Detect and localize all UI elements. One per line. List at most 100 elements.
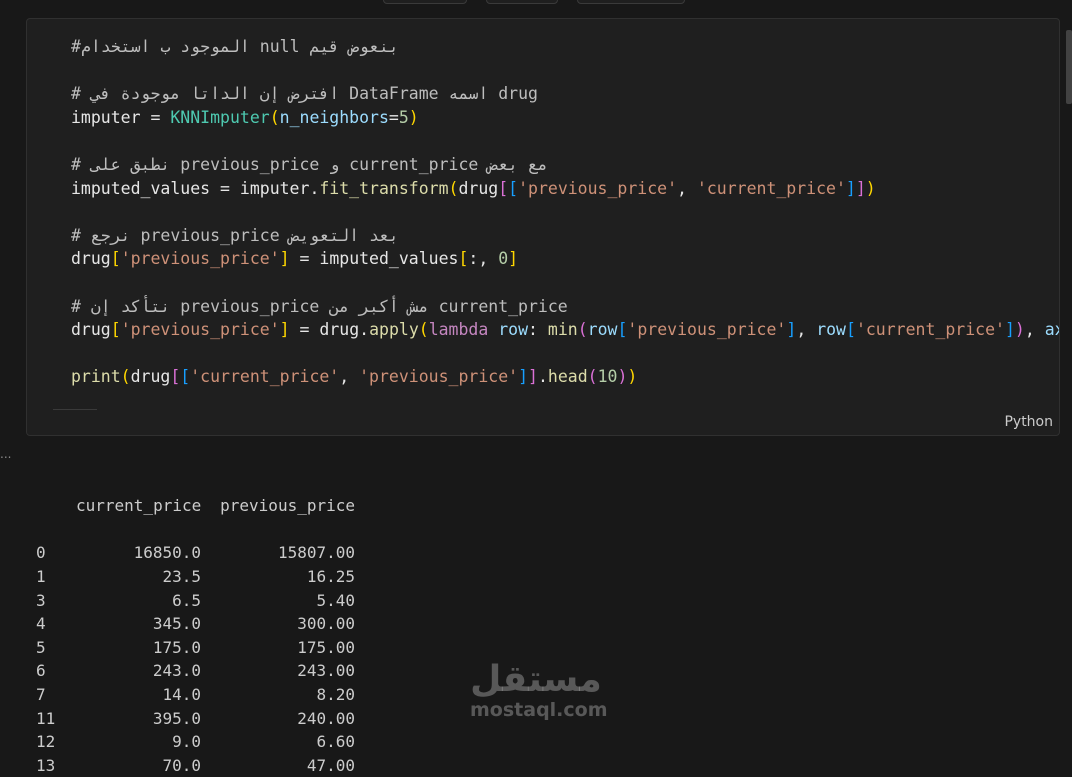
code-token: ]	[528, 367, 538, 387]
code-token: 'previous_price'	[627, 320, 787, 340]
code-token: 'current_price'	[696, 178, 846, 198]
output-row-index: 5	[36, 637, 46, 657]
code-token: [	[846, 320, 856, 340]
code-token: drug	[319, 320, 360, 340]
output-cell: 5.40	[316, 590, 355, 610]
output-cell: 15807.00	[277, 543, 355, 563]
output-cell: 8.20	[316, 684, 355, 704]
output-row-index: 4	[36, 614, 46, 634]
code-token: (	[120, 367, 131, 387]
code-line: print(drug[['current_price', 'previous_p…	[71, 365, 1059, 389]
output-table-row: 6 243.0 243.00	[36, 659, 355, 683]
code-token: (	[577, 320, 588, 340]
output-table-row: 11 395.0 240.00	[36, 707, 355, 731]
output-table-row: 0 16850.0 15807.00	[36, 541, 355, 565]
output-column-header: current_price	[76, 496, 202, 516]
mostaql-watermark: مستقل mostaql.com	[470, 660, 608, 721]
code-token: .	[359, 320, 370, 340]
code-token: # نطبق على previous_price و current_pric…	[71, 154, 548, 174]
code-line: drug['previous_price'] = drug.apply(lamb…	[71, 318, 1059, 342]
code-token: #الموجود ب استخدام null بنعوض قيم	[71, 37, 399, 56]
code-token: imputed_values	[319, 249, 459, 269]
code-line: imputer = KNNImputer(n_neighbors=5)	[71, 106, 1059, 130]
code-token: :,	[468, 249, 499, 269]
code-token: ,	[1024, 320, 1045, 340]
output-row-index: 6	[36, 661, 46, 681]
code-token: (	[269, 107, 280, 127]
code-token: =	[289, 320, 320, 340]
code-token: imputed_values	[71, 178, 211, 198]
code-token: ]	[508, 249, 519, 269]
code-token: =	[289, 249, 320, 269]
code-token: ,	[677, 178, 697, 198]
code-token: =	[210, 178, 240, 198]
output-cell: 240.00	[297, 708, 355, 728]
scrollbar-thumb[interactable]	[1066, 30, 1072, 104]
cell-output: current_price previous_price 0 16850.0 158…	[36, 447, 355, 777]
output-cell: 300.00	[297, 614, 355, 634]
code-token: )	[617, 367, 628, 387]
output-cell: 175.00	[297, 637, 355, 657]
code-line: # نرجع previous_price بعد التعويض	[71, 224, 1059, 248]
output-more-icon[interactable]: ...	[0, 447, 11, 461]
code-token: .	[537, 367, 548, 387]
output-row-index: 3	[36, 590, 46, 610]
code-token: print	[71, 367, 121, 387]
code-token: [	[508, 178, 519, 198]
output-row-index: 11	[36, 708, 56, 728]
code-editor[interactable]: #الموجود ب استخدام null بنعوض قيم # افترض…	[71, 35, 1059, 389]
toolbar-button[interactable]	[486, 0, 558, 4]
code-token: ]	[786, 320, 797, 340]
code-token: min	[547, 320, 578, 340]
code-line: imputed_values = imputer.fit_transform(d…	[71, 177, 1059, 201]
code-token: row	[498, 320, 529, 340]
code-token: # افترض إن الداتا موجودة في DataFrame اس…	[71, 84, 538, 104]
code-token: drug	[71, 249, 111, 269]
code-token: 'current_price'	[190, 367, 340, 387]
code-token: row	[816, 320, 846, 340]
code-token: fit_transform	[319, 178, 449, 198]
output-table-row: 13 70.0 47.00	[36, 754, 355, 777]
code-token: ,	[796, 320, 817, 340]
code-token: drug	[458, 178, 499, 198]
output-cell: 243.0	[152, 661, 201, 681]
code-token: [	[110, 320, 121, 340]
toolbar-button[interactable]	[383, 0, 467, 4]
code-token: # نتأكد إن previous_price مش أكبر من cur…	[71, 296, 568, 316]
code-token: [	[180, 367, 191, 387]
toolbar-button[interactable]	[577, 0, 685, 4]
code-line: drug['previous_price'] = imputed_values[…	[71, 247, 1059, 271]
code-token: [	[498, 178, 509, 198]
code-token: 'previous_price'	[359, 367, 519, 387]
output-cell: 70.0	[162, 755, 201, 775]
code-token: lambda	[428, 320, 489, 340]
output-table-row: 5 175.0 175.00	[36, 636, 355, 660]
cell-language-label[interactable]: Python	[1004, 414, 1053, 430]
code-token: apply	[369, 320, 419, 340]
code-token: )	[865, 178, 876, 198]
output-table-row: 1 23.5 16.25	[36, 565, 355, 589]
code-cell[interactable]: #الموجود ب استخدام null بنعوض قيم # افترض…	[26, 18, 1060, 436]
code-token: ]	[855, 178, 866, 198]
code-token: (	[418, 320, 429, 340]
code-token: ]	[1004, 320, 1015, 340]
code-token: imputer	[71, 107, 141, 127]
output-cell: 47.00	[306, 755, 355, 775]
code-token: .	[309, 178, 320, 198]
output-column-header: previous_price	[220, 496, 355, 516]
output-cell: 175.0	[152, 637, 201, 657]
output-cell: 14.0	[162, 684, 201, 704]
code-token: 0	[498, 249, 509, 269]
code-line: # افترض إن الداتا موجودة في DataFrame اس…	[71, 82, 1059, 106]
code-token: imputer	[239, 178, 310, 198]
code-token: 'current_price'	[855, 320, 1005, 340]
code-token: drug	[71, 320, 111, 340]
output-table-row: 3 6.5 5.40	[36, 589, 355, 613]
code-token: )	[627, 367, 638, 387]
output-cell: 395.0	[152, 708, 201, 728]
cell-divider	[53, 409, 97, 410]
code-token: ]	[279, 249, 290, 269]
